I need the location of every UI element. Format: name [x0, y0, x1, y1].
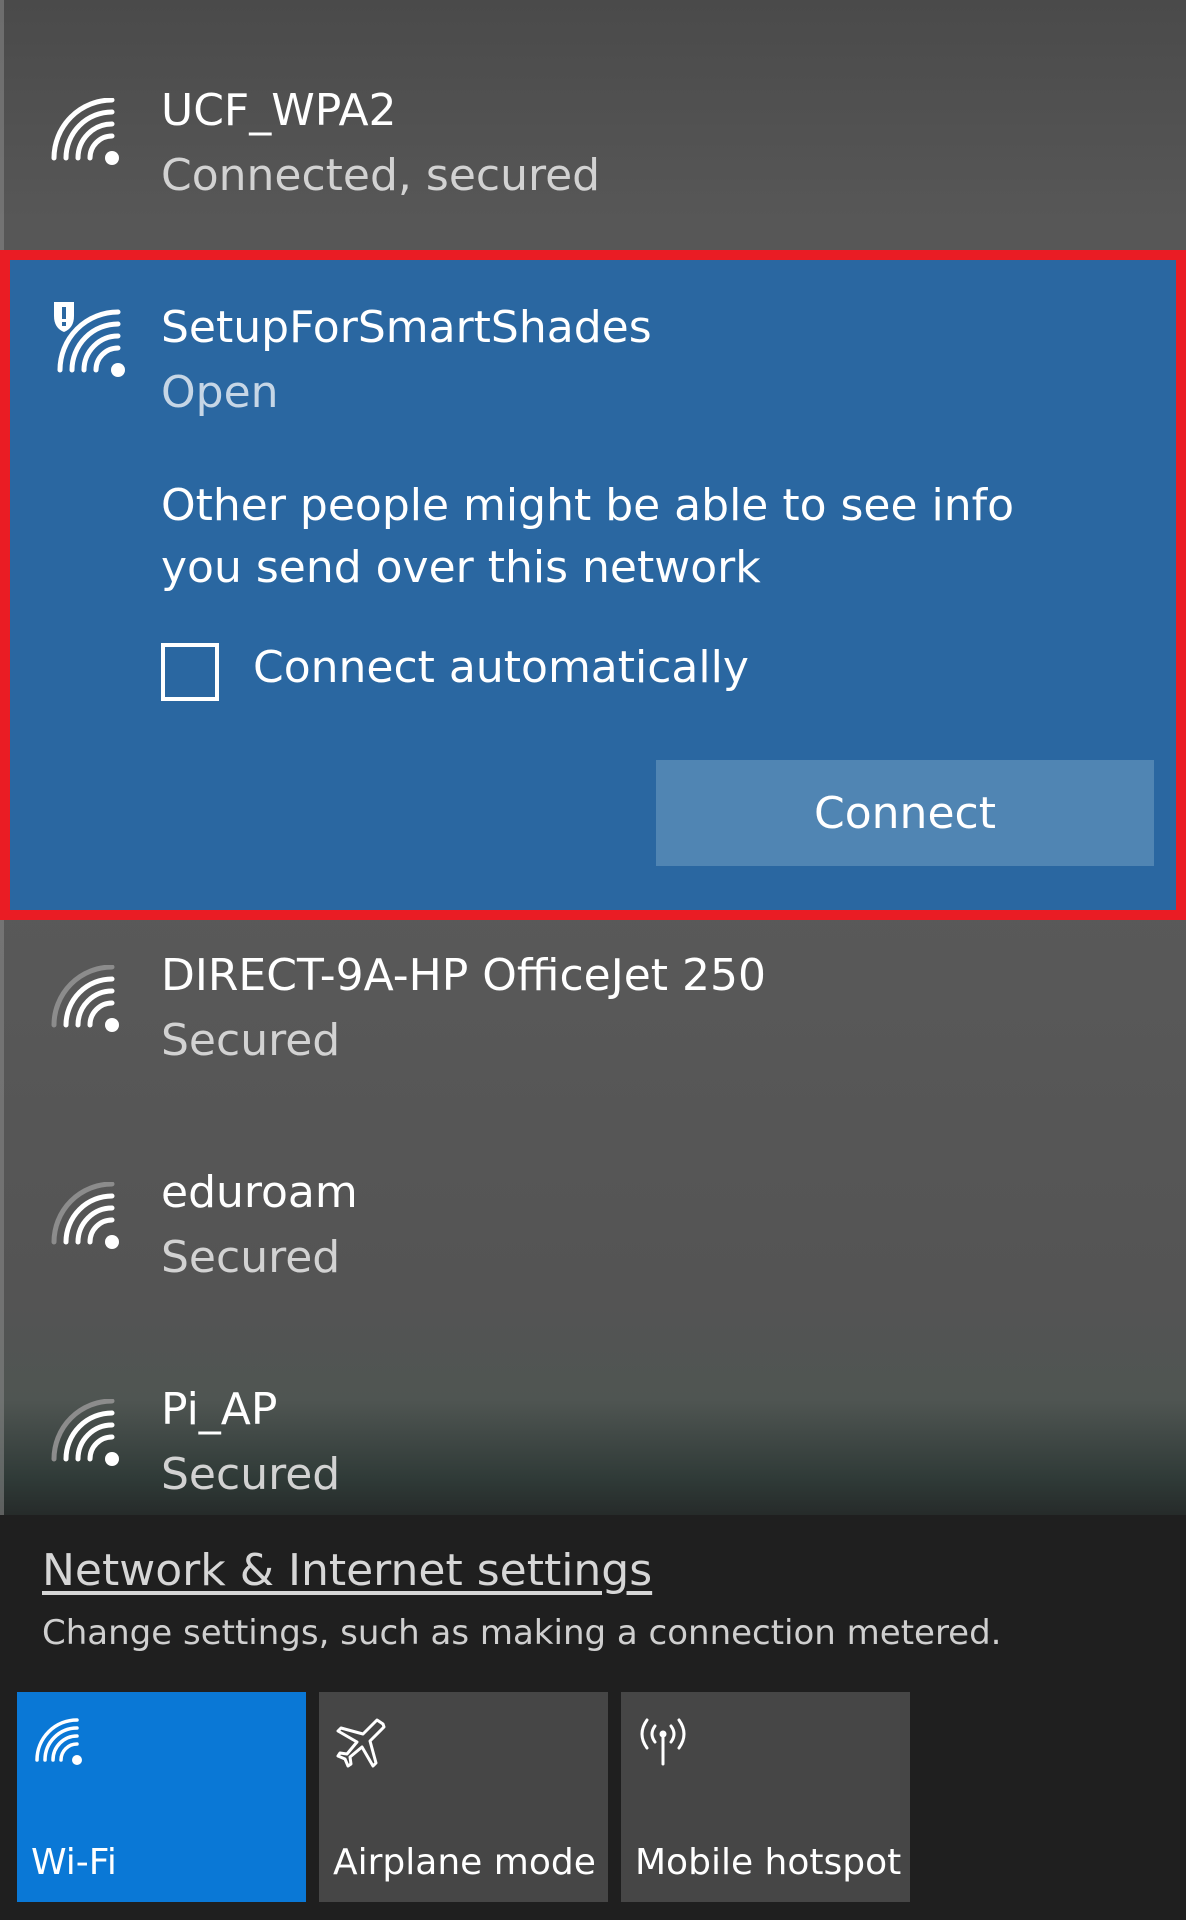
network-status: Secured: [161, 1015, 341, 1066]
wifi-icon: [51, 1182, 119, 1249]
network-name: Pi_AP: [161, 1384, 278, 1435]
open-network-warning: Other people might be able to see info y…: [161, 480, 1015, 593]
network-status: Secured: [161, 1449, 341, 1500]
mobile-hotspot-tile[interactable]: Mobile hotspot: [621, 1692, 910, 1902]
airplane-icon: [336, 1718, 386, 1768]
wifi-icon: [51, 1399, 119, 1466]
network-status: Secured: [161, 1232, 341, 1283]
network-name: UCF_WPA2: [161, 85, 397, 136]
connect-automatically-label[interactable]: Connect automatically: [253, 642, 749, 693]
wifi-icon: [35, 1718, 82, 1765]
wifi-warning-icon: [54, 302, 125, 377]
selected-network-panel[interactable]: SetupForSmartShades Open Other people mi…: [0, 250, 1186, 920]
network-status: Open: [161, 367, 279, 418]
network-flyout: UCF_WPA2 Connected, secured SetupForSmar…: [0, 0, 1186, 1920]
network-item-eduroam[interactable]: eduroam Secured: [0, 1157, 1186, 1307]
mobile-hotspot-tile-label: Mobile hotspot: [635, 1842, 902, 1883]
network-item-direct-hp[interactable]: DIRECT-9A-HP OfficeJet 250 Secured: [0, 940, 1186, 1090]
airplane-mode-tile[interactable]: Airplane mode: [319, 1692, 608, 1902]
network-settings-link[interactable]: Network & Internet settings: [42, 1545, 652, 1596]
wifi-tile[interactable]: Wi-Fi: [17, 1692, 306, 1902]
network-name: eduroam: [161, 1167, 358, 1218]
wifi-tile-label: Wi-Fi: [31, 1842, 117, 1883]
settings-panel: Network & Internet settings Change setti…: [0, 1515, 1186, 1920]
wifi-icon: [51, 98, 119, 165]
connect-automatically-checkbox[interactable]: [161, 643, 219, 701]
network-item-ucf-wpa2[interactable]: UCF_WPA2 Connected, secured: [0, 70, 1186, 220]
network-name: SetupForSmartShades: [161, 302, 652, 353]
network-item-pi-ap[interactable]: Pi_AP Secured: [0, 1374, 1186, 1514]
wifi-icon: [51, 965, 119, 1032]
connect-button[interactable]: Connect: [656, 760, 1154, 866]
airplane-mode-tile-label: Airplane mode: [333, 1842, 596, 1883]
network-status: Connected, secured: [161, 150, 601, 201]
network-settings-description: Change settings, such as making a connec…: [42, 1613, 1002, 1653]
hotspot-icon: [640, 1718, 686, 1766]
network-name: DIRECT-9A-HP OfficeJet 250: [161, 950, 766, 1001]
